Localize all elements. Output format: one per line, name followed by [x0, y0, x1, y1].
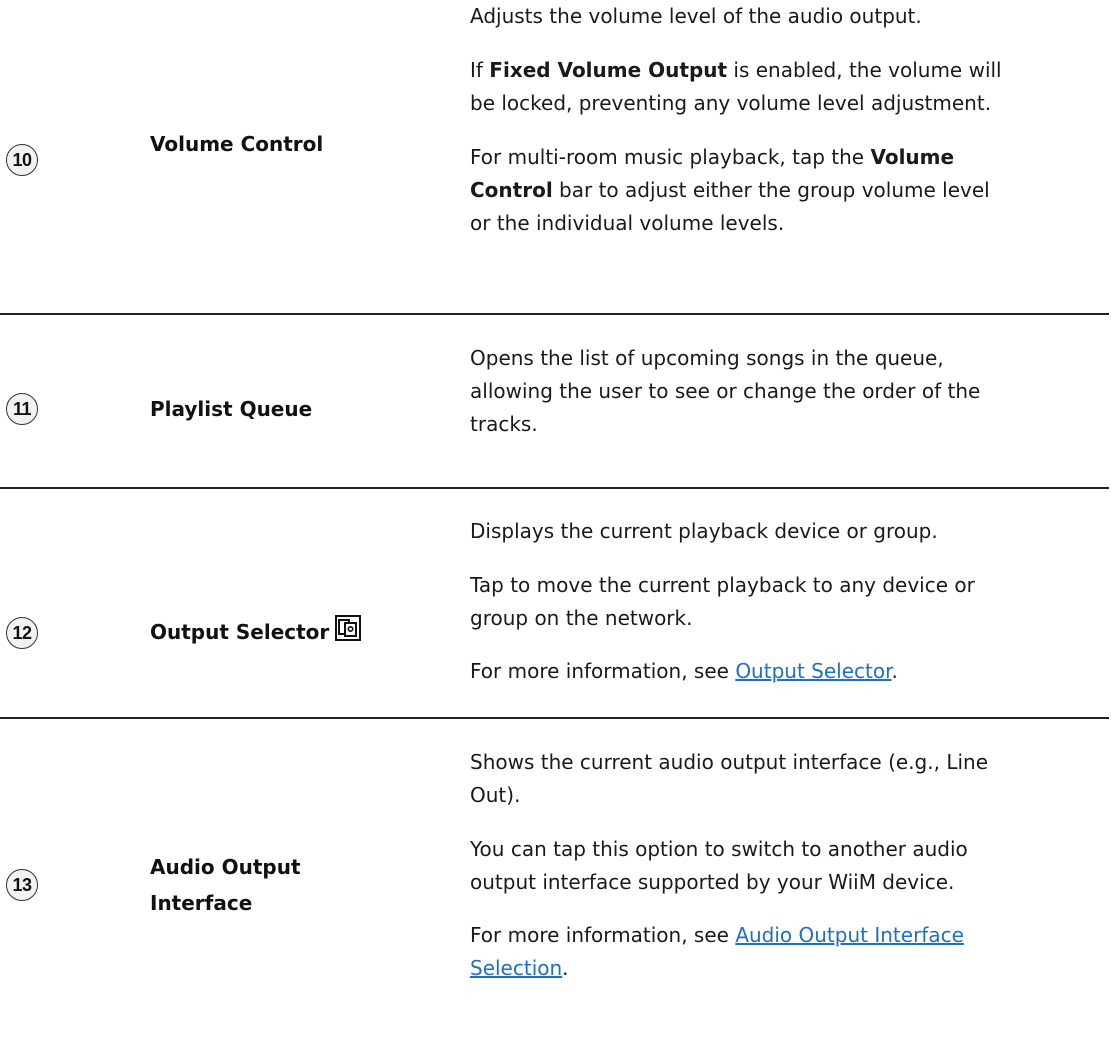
feature-name-playlist-queue: Playlist Queue — [150, 397, 313, 421]
bold-term: Volume — [870, 145, 955, 169]
number-badge-12: 12 — [6, 617, 38, 649]
desc-line: allowing the user to see or change the o… — [470, 379, 981, 403]
bold-term: Fixed Volume Output — [489, 58, 728, 82]
feature-name-volume-control: Volume Control — [150, 132, 324, 156]
desc-line: You can tap this option to switch to ano… — [470, 837, 968, 861]
number-badge-13: 13 — [6, 869, 38, 901]
number-badge-11: 11 — [6, 393, 38, 425]
row-divider — [0, 717, 1109, 719]
bold-term: Control — [470, 178, 553, 202]
row-divider — [0, 487, 1109, 489]
number-badge-10: 10 — [6, 144, 38, 176]
desc-line: Tap to move the current playback to any … — [470, 573, 975, 597]
desc-line: For more information, see Output Selecto… — [470, 659, 898, 683]
desc-line: be locked, preventing any volume level a… — [470, 91, 992, 115]
desc-line: Opens the list of upcoming songs in the … — [470, 346, 944, 370]
feature-label-line: Audio Output — [150, 855, 301, 879]
audio-output-interface-selection-link[interactable]: Audio Output Interface — [735, 923, 964, 947]
feature-label-line: Interface — [150, 891, 253, 915]
desc-line: Out). — [470, 783, 521, 807]
desc-line: tracks. — [470, 412, 538, 436]
feature-name-audio-output-interface: Audio Output Interface — [150, 849, 301, 921]
desc-line: If Fixed Volume Output is enabled, the v… — [470, 58, 1002, 82]
desc-line: or the individual volume levels. — [470, 211, 785, 235]
audio-output-interface-selection-link[interactable]: Selection — [470, 956, 562, 980]
desc-line: Control bar to adjust either the group v… — [470, 178, 990, 202]
desc-line: For multi-room music playback, tap the V… — [470, 145, 955, 169]
desc-line: Shows the current audio output interface… — [470, 750, 988, 774]
desc-line: Selection. — [470, 956, 569, 980]
desc-line: Adjusts the volume level of the audio ou… — [470, 4, 922, 28]
desc-line: For more information, see Audio Output I… — [470, 923, 964, 947]
output-selector-icon — [335, 615, 362, 641]
feature-name-output-selector: Output Selector — [150, 614, 362, 650]
output-selector-link[interactable]: Output Selector — [735, 659, 891, 683]
feature-label: Output Selector — [150, 620, 330, 644]
row-divider — [0, 313, 1109, 315]
desc-line: output interface supported by your WiiM … — [470, 870, 955, 894]
desc-line: group on the network. — [470, 606, 693, 630]
desc-line: Displays the current playback device or … — [470, 519, 938, 543]
